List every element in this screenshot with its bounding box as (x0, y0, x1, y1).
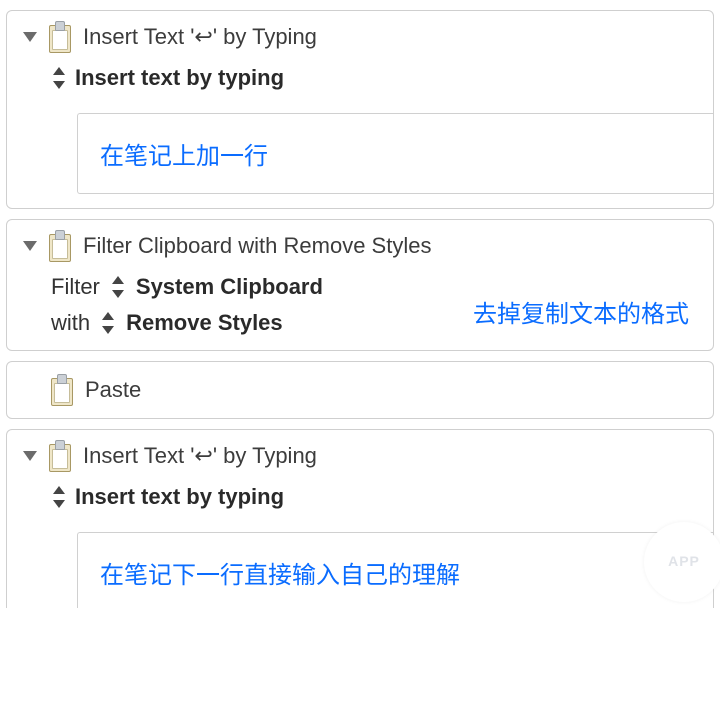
annotation-text: 去掉复制文本的格式 (473, 294, 689, 329)
action-insert-text-2[interactable]: Insert Text '↩' by Typing Insert text by… (6, 429, 714, 608)
disclosure-triangle-icon[interactable] (23, 32, 37, 42)
disclosure-triangle-icon[interactable] (23, 241, 37, 251)
watermark-badge: APP (644, 522, 720, 602)
disclosure-triangle-icon[interactable] (23, 451, 37, 461)
stepper-icon[interactable] (100, 312, 116, 334)
sub-action-label: Insert text by typing (75, 65, 284, 91)
filter-with-value[interactable]: Remove Styles (126, 310, 283, 336)
text-input-value: 在笔记上加一行 (100, 143, 268, 170)
filter-label: Filter (51, 274, 100, 300)
sub-action-row[interactable]: Insert text by typing (7, 59, 713, 97)
action-header[interactable]: Insert Text '↩' by Typing (7, 19, 713, 59)
clipboard-icon (47, 230, 73, 262)
stepper-icon[interactable] (51, 486, 67, 508)
stepper-icon[interactable] (110, 276, 126, 298)
text-input-field[interactable]: 在笔记下一行直接输入自己的理解 (77, 532, 713, 608)
watermark-text: APP (668, 554, 700, 569)
action-title: Paste (85, 377, 141, 403)
stepper-icon[interactable] (51, 67, 67, 89)
action-paste[interactable]: Paste (6, 361, 714, 419)
action-header[interactable]: Filter Clipboard with Remove Styles (7, 228, 713, 268)
sub-action-label: Insert text by typing (75, 484, 284, 510)
clipboard-icon (47, 21, 73, 53)
action-title: Insert Text '↩' by Typing (83, 443, 317, 469)
clipboard-icon (49, 374, 75, 406)
sub-action-row[interactable]: Insert text by typing (7, 478, 713, 516)
action-header[interactable]: Insert Text '↩' by Typing (7, 438, 713, 478)
with-label: with (51, 310, 90, 336)
action-header[interactable]: Paste (7, 368, 713, 412)
filter-source-value[interactable]: System Clipboard (136, 274, 323, 300)
text-input-field[interactable]: 在笔记上加一行 (77, 113, 713, 194)
action-filter-clipboard[interactable]: Filter Clipboard with Remove Styles Filt… (6, 219, 714, 351)
text-input-value: 在笔记下一行直接输入自己的理解 (100, 562, 460, 589)
action-title: Filter Clipboard with Remove Styles (83, 233, 431, 259)
filter-config: Filter System Clipboard with Remove Styl… (7, 268, 713, 336)
clipboard-icon (47, 440, 73, 472)
action-insert-text-1[interactable]: Insert Text '↩' by Typing Insert text by… (6, 10, 714, 209)
action-title: Insert Text '↩' by Typing (83, 24, 317, 50)
